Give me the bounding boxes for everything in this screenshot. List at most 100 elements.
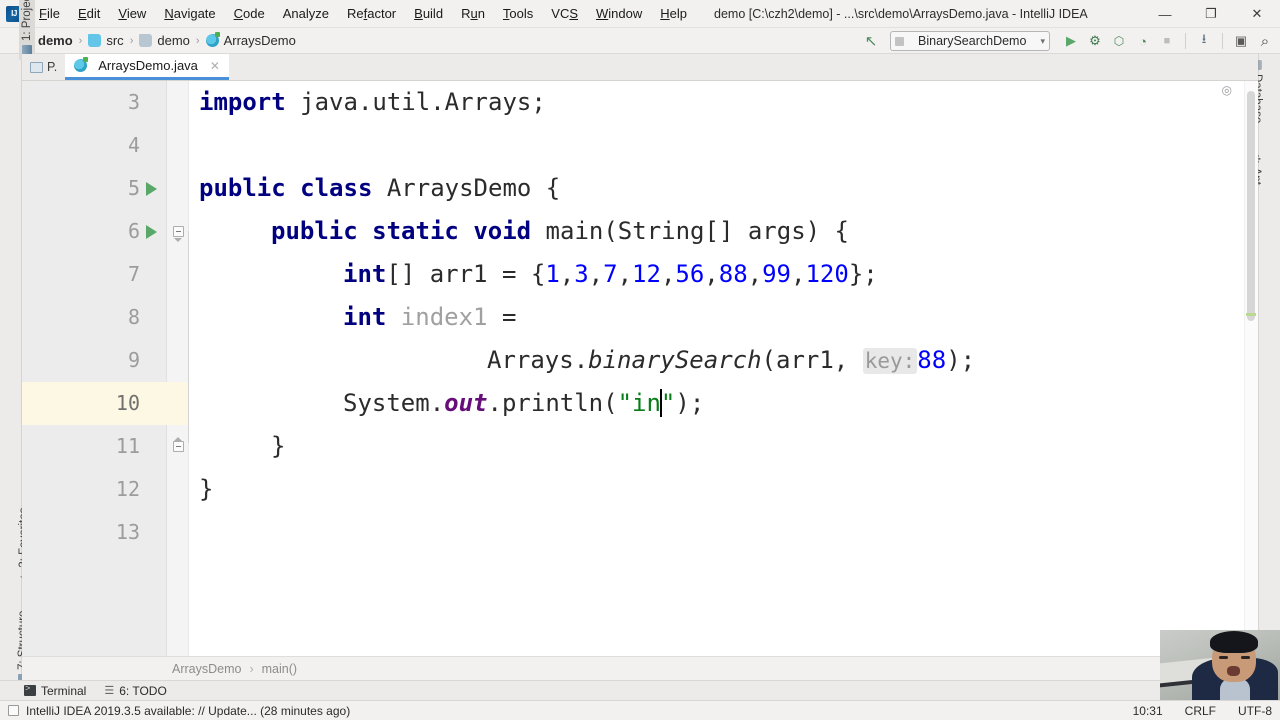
menu-item-view[interactable]: View xyxy=(109,2,155,25)
tool-button-todo[interactable]: ☰ 6: TODO xyxy=(104,684,166,698)
run-config-name: BinarySearchDemo xyxy=(918,34,1027,48)
inspection-eye-icon[interactable]: ◎ xyxy=(1222,83,1232,97)
debug-icon[interactable]: ⚙ xyxy=(1084,30,1106,52)
menu-bar: FFileile Edit View Navigate Code Analyze… xyxy=(30,2,696,25)
tab-arraysdemo-java[interactable]: ArraysDemo.java ✕ xyxy=(65,54,229,80)
run-config-icon xyxy=(895,36,904,46)
breadcrumb-item-class[interactable]: ArraysDemo xyxy=(205,32,296,48)
profile-icon[interactable]: ◔ xyxy=(1132,30,1154,52)
breadcrumb: demo › src › demo › ArraysDemo xyxy=(20,32,296,48)
update-project-icon[interactable]: ⭳ xyxy=(1193,30,1215,52)
line-number: 6 xyxy=(127,219,140,243)
intellij-idea-window: FFileile Edit View Navigate Code Analyze… xyxy=(0,0,1280,720)
toolbar-divider xyxy=(1185,33,1186,49)
webcam-person-hair xyxy=(1210,631,1258,653)
project-panel-icon xyxy=(30,61,43,73)
terminal-icon xyxy=(24,683,36,696)
menu-item-help[interactable]: Help xyxy=(651,2,696,25)
breadcrumb-separator: › xyxy=(195,34,200,47)
breadcrumb-label: ArraysDemo xyxy=(223,33,296,48)
java-class-icon xyxy=(74,57,89,72)
line-number: 5 xyxy=(127,176,140,200)
breadcrumb-separator: › xyxy=(129,34,134,47)
menu-item-refactor[interactable]: Refactor xyxy=(338,2,405,25)
left-tool-rail: 1: Project ★ 2: Favorites 7: Structure xyxy=(0,0,35,698)
code-editor[interactable]: 3 4 5 6 7 8 9 10 11 12 13 ◎ import java.… xyxy=(22,81,1258,656)
run-with-coverage-icon[interactable]: ⬡ xyxy=(1108,30,1130,52)
stop-icon[interactable]: ■ xyxy=(1156,30,1178,52)
menu-item-build[interactable]: Build xyxy=(405,2,452,25)
code-line-12: } xyxy=(199,475,214,503)
status-time: 10:31 xyxy=(1132,703,1163,718)
code-text-area[interactable]: ◎ import java.util.Arrays; public class … xyxy=(189,81,1258,656)
run-method-gutter-icon[interactable] xyxy=(140,210,162,253)
menu-item-analyze[interactable]: Analyze xyxy=(274,2,338,25)
editor-breadcrumb-class[interactable]: ArraysDemo xyxy=(172,662,241,676)
webcam-person-mouth xyxy=(1227,666,1240,676)
project-tool-button[interactable]: P. xyxy=(22,54,65,80)
sidebar-item-project[interactable]: 1: Project xyxy=(19,0,35,60)
tool-window-bar: Terminal ☰ 6: TODO xyxy=(0,680,1280,700)
code-line-5: public class ArraysDemo { xyxy=(199,174,561,202)
main-toolbar: ↖ BinarySearchDemo ▾ ▶ ⚙ ⬡ ◔ ■ ⭳ ▣ ⌕ xyxy=(860,28,1276,54)
breadcrumb-item-src[interactable]: src xyxy=(88,33,124,48)
sidebar-item-label: 1: Project xyxy=(21,0,33,41)
source-folder-icon xyxy=(88,34,102,47)
navigation-bar: demo › src › demo › ArraysDemo ↖ BinaryS… xyxy=(0,28,1280,54)
menu-item-run[interactable]: Run xyxy=(452,2,494,25)
breadcrumb-item-package[interactable]: demo xyxy=(139,33,190,48)
breadcrumb-label: demo xyxy=(157,33,190,48)
minimize-button[interactable]: — xyxy=(1142,0,1188,28)
menu-item-file[interactable]: FFileile xyxy=(30,2,69,25)
status-indicators: 10:31 CRLF UTF-8 xyxy=(1133,704,1272,718)
tool-button-terminal[interactable]: Terminal xyxy=(24,683,86,698)
right-tool-rail: Database ✻ Ant xyxy=(1249,54,1280,698)
todo-icon: ☰ xyxy=(104,685,115,697)
menu-item-edit[interactable]: Edit xyxy=(69,2,109,25)
fold-expand-icon[interactable] xyxy=(167,425,189,468)
menu-item-vcs[interactable]: VCS xyxy=(542,2,587,25)
webcam-person-eye xyxy=(1219,656,1228,659)
status-message[interactable]: IntelliJ IDEA 2019.3.5 available: // Upd… xyxy=(26,704,350,718)
search-everywhere-icon[interactable]: ⌕ xyxy=(1254,30,1276,52)
run-configuration-selector[interactable]: BinarySearchDemo ▾ xyxy=(890,31,1050,51)
breadcrumb-label: src xyxy=(106,33,124,48)
scrollbar-thumb[interactable] xyxy=(1247,91,1255,321)
line-number: 9 xyxy=(127,348,140,372)
notification-icon[interactable] xyxy=(8,705,19,716)
scrollbar-marker[interactable] xyxy=(1246,313,1256,316)
close-icon[interactable]: ✕ xyxy=(210,59,220,73)
editor-breadcrumb-method[interactable]: main() xyxy=(262,662,297,676)
run-class-gutter-icon[interactable] xyxy=(140,167,162,210)
chevron-down-icon: ▾ xyxy=(1040,35,1045,46)
editor-scrollbar[interactable] xyxy=(1244,81,1258,656)
code-line-10: System.out.println("in"); xyxy=(343,389,705,417)
code-line-9: Arrays.binarySearch(arr1, key:88); xyxy=(487,346,976,374)
line-number: 11 xyxy=(115,434,140,458)
menu-item-window[interactable]: Window xyxy=(587,2,651,25)
layout-icon[interactable]: ▣ xyxy=(1230,30,1252,52)
parameter-hint: key: xyxy=(862,348,918,374)
build-icon[interactable]: ↖ xyxy=(860,30,882,52)
line-number: 10 xyxy=(115,391,140,415)
toolbar-divider xyxy=(1222,33,1223,49)
menu-item-navigate[interactable]: Navigate xyxy=(155,2,224,25)
run-icon[interactable]: ▶ xyxy=(1060,30,1082,52)
menu-item-tools[interactable]: Tools xyxy=(494,2,542,25)
maximize-button[interactable]: ❐ xyxy=(1188,0,1234,28)
fold-collapse-icon[interactable] xyxy=(167,210,189,253)
status-encoding[interactable]: UTF-8 xyxy=(1238,704,1272,718)
breadcrumb-separator: › xyxy=(78,34,83,47)
close-button[interactable]: ✕ xyxy=(1234,0,1280,28)
breadcrumb-label: demo xyxy=(38,33,73,48)
tool-button-label: 6: TODO xyxy=(119,683,167,698)
editor-breadcrumb: ArraysDemo › main() xyxy=(22,656,1258,680)
breadcrumb-separator: › xyxy=(249,661,254,676)
menu-item-code[interactable]: Code xyxy=(225,2,274,25)
status-message-group: IntelliJ IDEA 2019.3.5 available: // Upd… xyxy=(0,704,350,718)
status-line-separator[interactable]: CRLF xyxy=(1185,704,1216,718)
line-number: 4 xyxy=(127,133,140,157)
line-number: 8 xyxy=(127,305,140,329)
java-class-icon xyxy=(205,32,220,47)
line-number: 13 xyxy=(115,520,140,544)
